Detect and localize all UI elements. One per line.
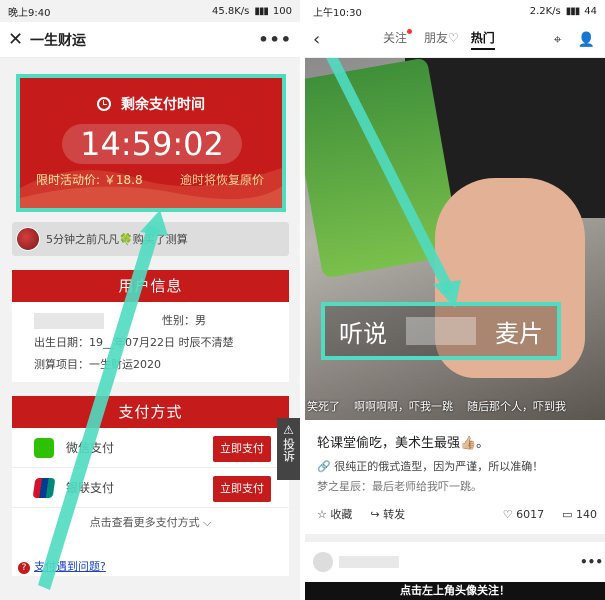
danmaku-bar: 笑死了 啊啊啊啊，吓我一跳 随后那个人，吓到我: [305, 398, 605, 418]
back-icon[interactable]: ‹: [313, 29, 383, 50]
like-button[interactable]: ♡ 6017: [503, 508, 544, 521]
countdown-heading: 剩余支付时间: [20, 94, 282, 114]
user-info-heading: 用户信息: [12, 270, 289, 302]
payment-heading: 支付方式: [12, 396, 289, 428]
promo-price: 限时活动价: ￥18.8: [36, 173, 143, 187]
collect-button[interactable]: ☆ 收藏: [317, 506, 352, 522]
unionpay-button[interactable]: 立即支付: [213, 476, 271, 502]
status-time: 上午10:30: [313, 7, 362, 19]
recent-buyer-bar: 5分钟之前凡凡🍀购买了测算: [12, 222, 289, 256]
tab-follow[interactable]: 关注: [383, 29, 413, 50]
video-feed-page: 上午10:30 2.2K/s ▮▮▮ 44 ‹ 关注 朋友♡ 热门 ⌖ 👤 听说…: [305, 0, 605, 600]
post-actions: ☆ 收藏 ↪ 转发 ♡ 6017 ▭ 140: [317, 506, 597, 522]
report-button[interactable]: ⚠ 投诉: [277, 418, 300, 480]
page-title: 一生财运: [30, 32, 86, 49]
payment-page: 晚上9:40 45.8K/s ▮▮▮ 100 ✕ 一生财运 ••• 剩余支付时间…: [0, 0, 300, 600]
comment-button[interactable]: ▭ 140: [562, 508, 597, 521]
network-speed: 2.2K/s: [529, 5, 561, 17]
video-player[interactable]: 听说 麦片 笑死了 啊啊啊啊，吓我一跳 随后那个人，吓到我: [305, 58, 605, 420]
battery-level: 100: [272, 5, 292, 17]
payment-help-link[interactable]: ? 支付遇到问题?: [18, 558, 106, 574]
redacted-username: [339, 556, 399, 568]
gender-value: 性别：男: [162, 314, 206, 327]
top-nav: ‹ 关注 朋友♡ 热门 ⌖ 👤: [305, 22, 605, 58]
close-icon[interactable]: ✕: [8, 29, 30, 50]
wechat-icon: [34, 437, 54, 458]
tab-hot[interactable]: 热门: [470, 29, 495, 50]
top-nav: ✕ 一生财运 •••: [0, 22, 300, 58]
redacted-name: [34, 313, 104, 329]
status-bar: 上午10:30 2.2K/s ▮▮▮ 44: [305, 0, 605, 22]
share-icon: ↪: [370, 508, 380, 521]
chevron-down-icon: ⌵: [203, 516, 212, 529]
status-time: 晚上9:40: [8, 7, 51, 19]
more-icon[interactable]: •••: [258, 30, 292, 49]
user-name-row: [12, 310, 289, 332]
more-icon[interactable]: •••: [580, 555, 603, 569]
post-subtitle[interactable]: 🔗 很纯正的俄式造型，因为严谨，所以准确！: [317, 458, 543, 474]
star-icon: ☆: [317, 508, 327, 521]
feed-tabs: 关注 朋友♡ 热门: [383, 29, 495, 50]
tab-friends[interactable]: 朋友♡: [424, 29, 459, 50]
payment-section: 支付方式 微信支付 立即支付 银联支付 立即支付 点击查看更多支付方式 ⌵: [12, 396, 289, 576]
signal-icon: ▮▮▮: [565, 5, 580, 17]
unionpay-label: 银联支付: [66, 481, 115, 495]
comment-icon: ▭: [562, 507, 573, 521]
wechat-pay-option[interactable]: 微信支付 立即支付: [12, 428, 289, 468]
divider: [305, 534, 605, 542]
network-speed: 45.8K/s: [211, 5, 250, 17]
heart-icon: ♡: [502, 507, 513, 521]
notification-dot: [407, 29, 413, 34]
danmaku-item: 啊啊啊啊，吓我一跳: [354, 400, 453, 413]
status-bar: 晚上9:40 45.8K/s ▮▮▮ 100: [0, 0, 300, 22]
location-icon[interactable]: ⌖: [554, 32, 562, 48]
danmaku-item: 随后那个人，吓到我: [467, 400, 566, 413]
unionpay-icon: [32, 477, 56, 498]
more-payment-methods[interactable]: 点击查看更多支付方式 ⌵: [12, 508, 289, 538]
clock-icon: [97, 97, 111, 111]
avatar[interactable]: [313, 552, 333, 572]
post-title: 轮课堂偷吃，美术生最强👍🏼。: [317, 436, 490, 451]
share-button[interactable]: ↪ 转发: [370, 506, 405, 522]
restore-note: 逾时将恢复原价: [179, 173, 264, 187]
project-row: 测算项目：一生财运2020: [34, 358, 161, 371]
top-comment[interactable]: 梦之星辰：最后老师给我吓一跳。: [317, 478, 482, 494]
wechat-pay-button[interactable]: 立即支付: [213, 436, 271, 462]
profile-icon[interactable]: 👤: [578, 32, 595, 48]
annotation-arrow: [326, 58, 461, 308]
signal-icon: ▮▮▮: [254, 5, 268, 17]
follow-banner[interactable]: 点击左上角头像关注！: [305, 582, 605, 600]
birth-date-row: 出生日期：19__年07月22日 时辰不清楚: [34, 336, 234, 349]
countdown-time: 14:59:02: [62, 124, 242, 164]
danmaku-item: 笑死了: [307, 400, 340, 413]
recent-buyer-text: 5分钟之前凡凡🍀购买了测算: [46, 233, 188, 246]
question-icon: ?: [18, 562, 30, 574]
next-post-header: •••: [313, 550, 603, 574]
wechat-pay-label: 微信支付: [66, 441, 115, 455]
battery-level: 44: [584, 5, 597, 17]
unionpay-option[interactable]: 银联支付 立即支付: [12, 468, 289, 508]
user-info-section: 用户信息 性别：男 出生日期：19__年07月22日 时辰不清楚 测算项目：一生…: [12, 270, 289, 382]
countdown-card: 剩余支付时间 14:59:02 限时活动价: ￥18.8 逾时将恢复原价: [16, 74, 286, 212]
avatar: [16, 227, 40, 251]
warning-icon: ⚠: [283, 423, 294, 437]
